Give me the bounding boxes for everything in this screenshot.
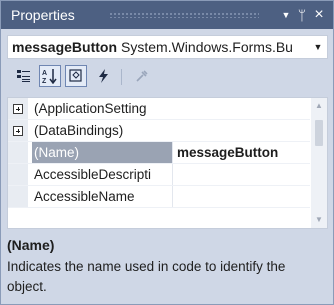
property-name: AccessibleDescripti: [34, 167, 152, 182]
grid-row-selected[interactable]: (Name) messageButton: [8, 142, 310, 164]
row-gutter: [8, 186, 28, 207]
expand-icon[interactable]: [13, 104, 23, 114]
property-name: (ApplicationSetting: [34, 101, 147, 116]
alphabetical-icon[interactable]: A Z: [39, 65, 61, 87]
vertical-scrollbar[interactable]: ▲ ▼: [311, 98, 327, 228]
description-text: Indicates the name used in code to ident…: [7, 259, 286, 294]
properties-toolbar: A Z: [7, 63, 327, 93]
close-icon[interactable]: ×: [310, 1, 328, 29]
scroll-up-icon[interactable]: ▲: [311, 98, 327, 114]
object-selector-dropdown[interactable]: messageButton System.Windows.Forms.Bu ▼: [7, 35, 328, 59]
categorized-icon[interactable]: [13, 65, 35, 87]
property-name: (Name): [32, 142, 172, 163]
toolbar-separator: [121, 69, 122, 85]
property-value[interactable]: [172, 186, 310, 207]
grid-row[interactable]: AccessibleDescripti: [8, 164, 310, 186]
panel-title: Properties: [11, 7, 75, 23]
description-title: (Name): [7, 237, 55, 253]
selected-object-type: System.Windows.Forms.Bu: [121, 39, 293, 55]
svg-text:A: A: [42, 70, 47, 77]
description-pane: (Name) Indicates the name used in code t…: [7, 233, 328, 299]
properties-icon[interactable]: [65, 65, 87, 87]
chevron-down-icon[interactable]: ▼: [313, 36, 323, 58]
property-grid[interactable]: (ApplicationSetting (DataBindings) (Name…: [7, 97, 328, 229]
properties-titlebar[interactable]: Properties ▼ ᛘ ×: [1, 1, 333, 29]
grid-row[interactable]: (ApplicationSetting: [8, 98, 310, 120]
property-pages-icon[interactable]: [131, 65, 153, 87]
events-icon[interactable]: [93, 65, 115, 87]
row-gutter: [8, 120, 28, 141]
properties-window: Properties ▼ ᛘ × messageButton System.Win…: [0, 0, 334, 305]
expand-icon[interactable]: [13, 126, 23, 136]
grid-row[interactable]: (DataBindings): [8, 120, 310, 142]
row-gutter: [8, 98, 28, 119]
property-name: AccessibleName: [34, 189, 135, 204]
svg-text:Z: Z: [42, 78, 47, 84]
property-value[interactable]: [172, 164, 310, 185]
scroll-thumb[interactable]: [315, 120, 323, 146]
scroll-down-icon[interactable]: ▼: [311, 212, 327, 228]
property-name: (DataBindings): [34, 123, 124, 138]
pin-icon[interactable]: ᛘ: [293, 1, 311, 29]
selected-object-name: messageButton: [12, 39, 118, 55]
row-gutter: [8, 164, 28, 185]
property-value[interactable]: messageButton: [172, 142, 310, 163]
grid-row[interactable]: AccessibleName: [8, 186, 310, 208]
drag-grip[interactable]: [109, 12, 259, 18]
row-gutter: [8, 142, 28, 163]
